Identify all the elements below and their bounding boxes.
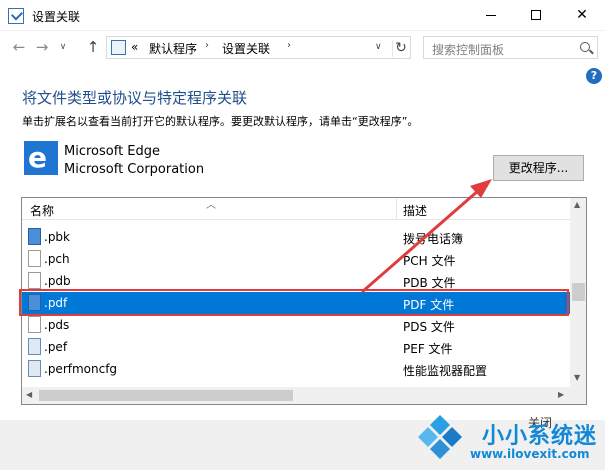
list-row-description: 拨号电话簿 (403, 232, 464, 246)
up-arrow-icon[interactable]: ↑ (84, 39, 102, 57)
forward-arrow-icon[interactable]: → (33, 39, 51, 57)
address-bar[interactable]: « 默认程序 › 设置关联 › ∨ ↻ (106, 36, 411, 59)
maximize-button[interactable] (513, 0, 559, 31)
title-bar: 设置关联 ✕ (0, 0, 605, 31)
watermark-logo-icon (418, 415, 462, 459)
control-panel-icon (111, 40, 126, 55)
list-row[interactable]: .pbk 拨号电话簿 (22, 226, 570, 248)
edge-logo-letter: e (28, 141, 47, 174)
breadcrumb-prefix[interactable]: « (131, 40, 138, 54)
column-header-name[interactable]: 名称 (30, 202, 54, 219)
list-row-extension: .pef (44, 340, 68, 354)
watermark-title: 小小系统迷 (482, 424, 598, 449)
list-row[interactable]: .perfmoncfg 性能监视器配置 (22, 358, 570, 380)
perfmon-file-icon (28, 360, 41, 377)
refresh-icon[interactable]: ↻ (392, 40, 409, 57)
list-row[interactable]: .pef PEF 文件 (22, 336, 570, 358)
list-row[interactable]: .pch PCH 文件 (22, 248, 570, 270)
default-app-name: Microsoft Edge (64, 144, 161, 159)
back-arrow-icon[interactable]: ← (10, 39, 28, 57)
horizontal-scroll-thumb[interactable] (39, 390, 293, 401)
file-icon (28, 272, 41, 289)
sort-ascending-icon[interactable]: ︿ (206, 198, 216, 211)
scroll-up-arrow-icon[interactable]: ▲ (574, 200, 580, 209)
vertical-scroll-thumb[interactable] (572, 283, 585, 301)
app-check-icon (8, 8, 24, 24)
list-row-extension: .pdb (44, 274, 71, 288)
default-app-company: Microsoft Corporation (64, 162, 205, 177)
page-description: 单击扩展名以查看当前打开它的默认程序。要更改默认程序，请单击“更改程序”。 (22, 115, 419, 128)
list-row-extension: .perfmoncfg (44, 362, 118, 376)
list-row-extension: .pch (44, 252, 70, 266)
list-row[interactable]: .pds PDS 文件 (22, 314, 570, 336)
maximize-icon (531, 10, 541, 20)
breadcrumb-set-associations[interactable]: 设置关联 (222, 40, 270, 57)
image-file-icon (28, 338, 41, 355)
column-divider[interactable] (396, 198, 397, 220)
breadcrumb-default-programs[interactable]: 默认程序 (149, 40, 197, 57)
breadcrumb-separator: › (205, 40, 209, 51)
horizontal-scrollbar[interactable]: ◀ ▶ (22, 387, 570, 404)
recent-locations-chevron-icon[interactable]: ∨ (54, 39, 72, 57)
list-row-extension: .pbk (44, 230, 70, 244)
file-icon (28, 250, 41, 267)
list-header: ︿ 名称 描述 (22, 198, 570, 220)
phonebook-icon (28, 228, 41, 245)
minimize-icon (486, 14, 496, 16)
scrollbar-corner (570, 387, 586, 404)
vertical-scrollbar[interactable]: ▲ ▼ (570, 198, 586, 387)
window-title: 设置关联 (32, 10, 81, 24)
help-icon[interactable]: ? (586, 68, 602, 84)
list-row-description: PEF 文件 (403, 342, 453, 356)
page-title: 将文件类型或协议与特定程序关联 (22, 89, 248, 107)
watermark-url: www.ilovexit.com (470, 447, 590, 461)
search-input[interactable]: 搜索控制面板 (423, 36, 598, 59)
search-icon (580, 42, 590, 52)
minimize-button[interactable] (468, 0, 514, 31)
list-row-description: PDS 文件 (403, 320, 455, 334)
column-header-description[interactable]: 描述 (403, 202, 427, 219)
change-program-button[interactable]: 更改程序... (493, 155, 584, 181)
list-row-description: PCH 文件 (403, 254, 456, 268)
close-window-button[interactable]: ✕ (559, 0, 605, 31)
scroll-left-arrow-icon[interactable]: ◀ (26, 390, 32, 399)
edge-logo-icon: e (24, 141, 58, 175)
list-row-description: 性能监视器配置 (403, 364, 488, 378)
navigation-bar: ← → ∨ ↑ « 默认程序 › 设置关联 › ∨ ↻ 搜索控制面板 (0, 31, 605, 63)
breadcrumb-separator-2: › (287, 40, 291, 51)
list-row-extension: .pds (44, 318, 70, 332)
highlight-annotation-box (19, 289, 569, 316)
scroll-right-arrow-icon[interactable]: ▶ (558, 390, 564, 399)
address-dropdown-chevron-icon[interactable]: ∨ (375, 42, 382, 52)
search-placeholder: 搜索控制面板 (432, 43, 505, 57)
scroll-down-arrow-icon[interactable]: ▼ (574, 373, 580, 382)
file-icon (28, 316, 41, 333)
